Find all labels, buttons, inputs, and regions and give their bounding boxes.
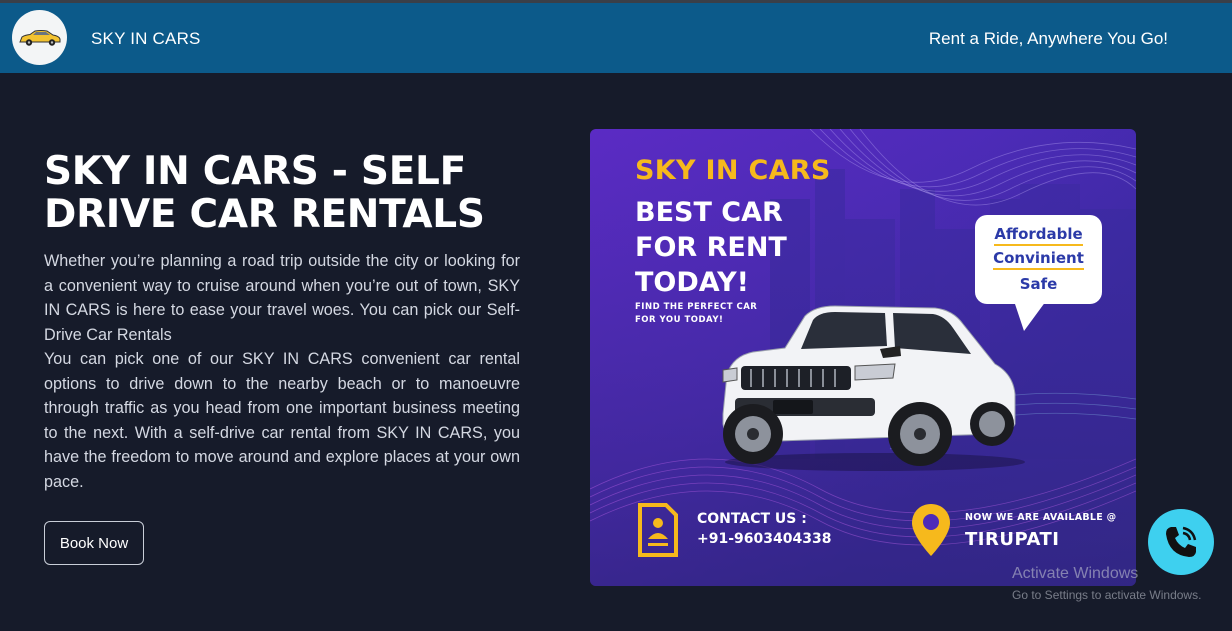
availability-label: NOW WE ARE AVAILABLE @ xyxy=(965,512,1117,523)
car-logo-icon xyxy=(18,29,60,46)
promo-headline: BEST CAR FOR RENT TODAY! xyxy=(635,195,865,300)
promo-headline-line: BEST CAR xyxy=(635,197,783,228)
hero-description: Whether you’re planning a road trip outs… xyxy=(44,249,520,494)
windows-activation-subtitle: Go to Settings to activate Windows. xyxy=(1012,588,1202,602)
site-header: SKY IN CARS Rent a Ride, Anywhere You Go… xyxy=(0,3,1232,73)
site-logo[interactable] xyxy=(12,10,67,65)
availability-city: TIRUPATI xyxy=(965,529,1060,550)
hero-paragraph-1: Whether you’re planning a road trip outs… xyxy=(44,252,520,344)
features-speech-bubble: Affordable Convinient Safe xyxy=(975,215,1102,304)
feature-item: Convinient xyxy=(993,248,1084,270)
promo-headline-line: FOR RENT xyxy=(635,232,787,263)
feature-item: Affordable xyxy=(994,224,1083,246)
white-suv-image xyxy=(722,305,1025,471)
contact-card-icon xyxy=(638,503,678,557)
hero-title: SKY IN CARS - SELF DRIVE CAR RENTALS xyxy=(44,149,485,237)
header-brand-name[interactable]: SKY IN CARS xyxy=(91,29,201,49)
phone-icon xyxy=(1166,526,1197,557)
promo-banner-image: SKY IN CARS BEST CAR FOR RENT TODAY! FIN… xyxy=(590,129,1136,586)
location-pin-icon xyxy=(912,504,950,556)
windows-activation-title: Activate Windows xyxy=(1012,565,1139,582)
contact-us-label: CONTACT US : xyxy=(697,511,807,527)
book-now-button[interactable]: Book Now xyxy=(44,521,144,565)
hero-paragraph-2: You can pick one of our SKY IN CARS conv… xyxy=(44,350,520,491)
promo-brand: SKY IN CARS xyxy=(635,155,831,186)
feature-item: Safe xyxy=(1019,274,1058,293)
contact-phone-number: +91-9603404338 xyxy=(697,531,832,547)
call-floating-button[interactable] xyxy=(1148,509,1214,575)
header-tagline: Rent a Ride, Anywhere You Go! xyxy=(928,29,1168,48)
